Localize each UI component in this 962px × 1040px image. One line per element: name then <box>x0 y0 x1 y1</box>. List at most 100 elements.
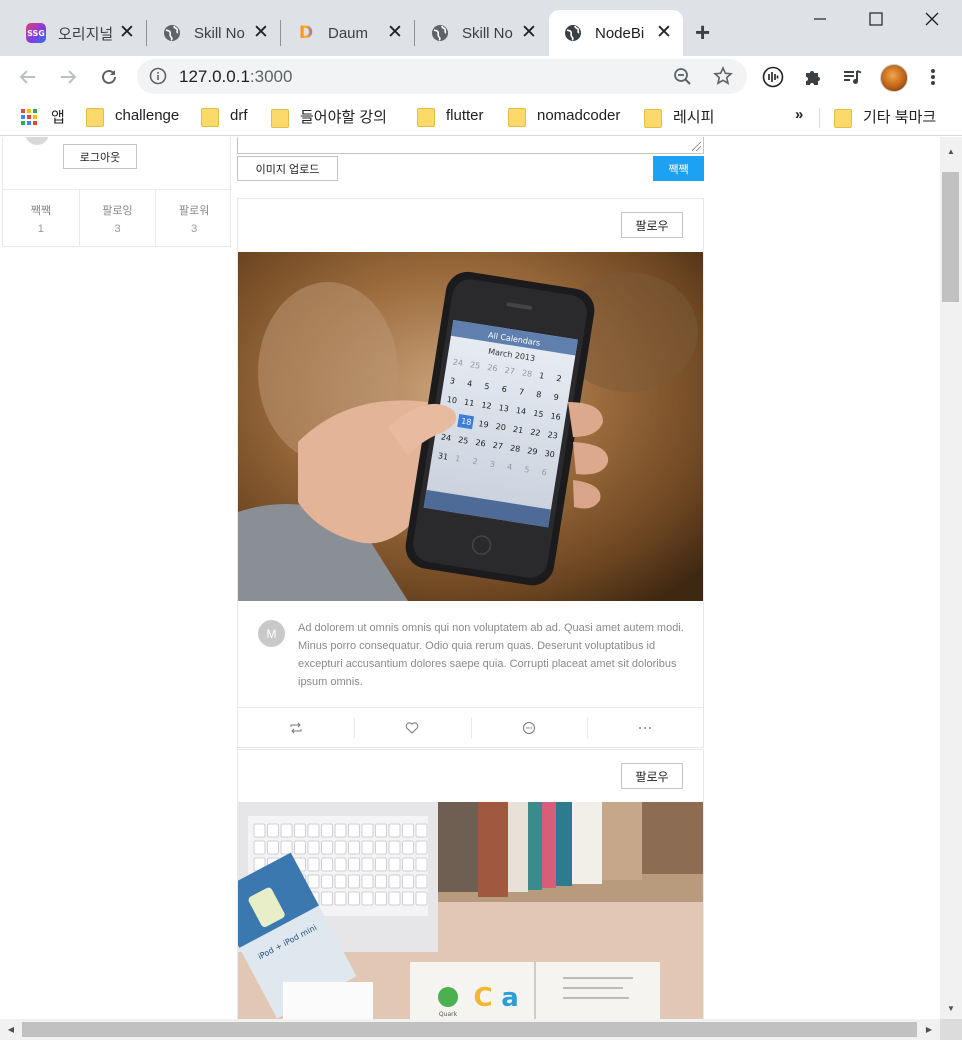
keyboard-key <box>294 823 306 838</box>
post-actions <box>238 707 703 747</box>
keyboard-key <box>334 857 347 872</box>
calendar-day: 21 <box>512 425 523 435</box>
stat-tweets[interactable]: 짹짹 1 <box>3 190 80 247</box>
comment-icon <box>522 721 535 734</box>
close-icon[interactable]: ✕ <box>118 23 136 42</box>
close-icon[interactable]: ✕ <box>252 23 270 42</box>
follow-button[interactable]: 팔로우 <box>621 763 683 789</box>
keyboard-key <box>334 823 347 838</box>
calendar-day: 13 <box>498 403 509 413</box>
author-avatar[interactable]: M <box>258 620 285 647</box>
reload-button[interactable] <box>94 62 124 92</box>
vertical-scrollbar[interactable]: ▲ ▼ <box>940 137 962 1019</box>
browser-tab[interactable]: Skill No ✕ <box>148 10 280 56</box>
like-button[interactable] <box>354 708 470 747</box>
zoom-icon[interactable] <box>673 67 692 91</box>
forward-button[interactable] <box>53 62 83 92</box>
retweet-icon <box>290 722 302 733</box>
stat-followers[interactable]: 팔로워 3 <box>156 190 232 247</box>
bookmark-star-icon[interactable] <box>713 66 733 91</box>
follow-button[interactable]: 팔로우 <box>621 212 683 238</box>
new-tab-button[interactable]: + <box>695 18 710 46</box>
image-upload-button[interactable]: 이미지 업로드 <box>237 156 338 181</box>
horizontal-scrollbar[interactable]: ◀ ▶ <box>0 1019 940 1040</box>
keyboard-key <box>321 840 333 855</box>
post-card: 팔로우 <box>237 198 704 748</box>
calendar-day: 10 <box>446 395 457 405</box>
calendar-day: 19 <box>478 419 489 429</box>
scroll-right-arrow-icon[interactable]: ▶ <box>920 1019 938 1040</box>
close-icon[interactable]: ✕ <box>386 23 404 42</box>
keyboard-key <box>361 874 374 889</box>
bookmark-folder[interactable]: nomadcoder <box>508 106 620 127</box>
bookmarks-overflow-button[interactable]: » <box>795 106 803 123</box>
keyboard-key <box>402 823 414 838</box>
bookmark-folder[interactable]: 레시피 <box>644 106 714 128</box>
keyboard-key <box>402 874 414 889</box>
bookmark-label: 들어야할 강의 <box>300 109 387 126</box>
tweet-textarea[interactable] <box>237 137 704 154</box>
apps-shortcut[interactable]: 앱 <box>21 106 65 127</box>
media-control-icon[interactable] <box>837 62 867 92</box>
back-button[interactable] <box>13 62 43 92</box>
bookmarks-bar: 앱 challenge drf 들어야할 강의 flutter nomadcod… <box>0 98 962 136</box>
extensions-puzzle-icon[interactable] <box>798 62 828 92</box>
profile-avatar[interactable] <box>880 64 908 92</box>
keyboard-key <box>415 891 428 906</box>
browser-tab[interactable]: SSG 오리지널 ✕ <box>12 10 146 56</box>
scroll-up-arrow-icon[interactable]: ▲ <box>940 142 962 160</box>
retweet-button[interactable] <box>238 708 354 747</box>
bookmark-divider <box>819 108 820 128</box>
browser-tab[interactable]: Skill No ✕ <box>416 10 548 56</box>
address-bar[interactable]: 127.0.0.1:3000 <box>137 59 747 94</box>
bookmark-folder[interactable]: challenge <box>86 106 179 127</box>
svg-text:a: a <box>501 983 519 1013</box>
keyboard-key <box>415 823 428 838</box>
window-close-button[interactable] <box>904 4 960 34</box>
browser-tab[interactable]: D Daum ✕ <box>282 10 414 56</box>
comment-button[interactable] <box>470 708 587 747</box>
media-extension-icon[interactable] <box>758 62 788 92</box>
keyboard-key <box>307 857 320 872</box>
horizontal-scroll-thumb[interactable] <box>22 1022 917 1037</box>
minimize-button[interactable] <box>792 4 848 34</box>
calendar-day: 25 <box>469 360 480 370</box>
close-icon[interactable]: ✕ <box>520 23 538 42</box>
keyboard-key <box>267 840 279 855</box>
stat-following[interactable]: 팔로잉 3 <box>80 190 157 247</box>
keyboard-key <box>361 857 374 872</box>
info-icon[interactable] <box>149 67 167 90</box>
browser-tab-active[interactable]: NodeBi ✕ <box>549 10 683 56</box>
keyboard-key <box>415 857 428 872</box>
bookmark-folder[interactable]: 들어야할 강의 <box>271 106 387 128</box>
more-options-button[interactable] <box>586 708 703 747</box>
vertical-scroll-thumb[interactable] <box>942 172 959 302</box>
stat-label: 팔로잉 <box>102 205 133 217</box>
bookmark-label: flutter <box>446 107 484 124</box>
tab-title: Daum <box>328 24 369 42</box>
keyboard-key <box>388 823 401 838</box>
tweet-submit-button[interactable]: 짹짹 <box>653 156 704 181</box>
calendar-day: 25 <box>458 435 469 445</box>
heart-icon <box>406 721 419 734</box>
maximize-button[interactable] <box>848 4 904 34</box>
bookmark-folder[interactable]: flutter <box>417 106 484 127</box>
keyboard-key <box>348 857 360 872</box>
more-menu-icon[interactable] <box>918 62 948 92</box>
keyboard-key <box>361 823 374 838</box>
scroll-left-arrow-icon[interactable]: ◀ <box>2 1019 20 1040</box>
keyboard-key <box>334 840 347 855</box>
resize-grip-icon[interactable] <box>692 142 701 151</box>
folder-icon <box>86 106 104 127</box>
close-icon[interactable]: ✕ <box>655 23 673 42</box>
other-bookmarks[interactable]: 기타 북마크 <box>834 106 936 128</box>
tab-title: Skill No <box>194 24 245 42</box>
stat-value: 3 <box>114 223 121 235</box>
scroll-down-arrow-icon[interactable]: ▼ <box>940 999 962 1017</box>
calendar-day: 29 <box>527 446 538 456</box>
tab-strip: SSG 오리지널 ✕ Skill No ✕ D Daum ✕ Skill No … <box>0 0 962 56</box>
keyboard-key <box>348 874 360 889</box>
post-card: 팔로우 <box>237 749 704 1019</box>
bookmark-folder[interactable]: drf <box>201 106 248 127</box>
logout-button[interactable]: 로그아웃 <box>63 144 137 169</box>
